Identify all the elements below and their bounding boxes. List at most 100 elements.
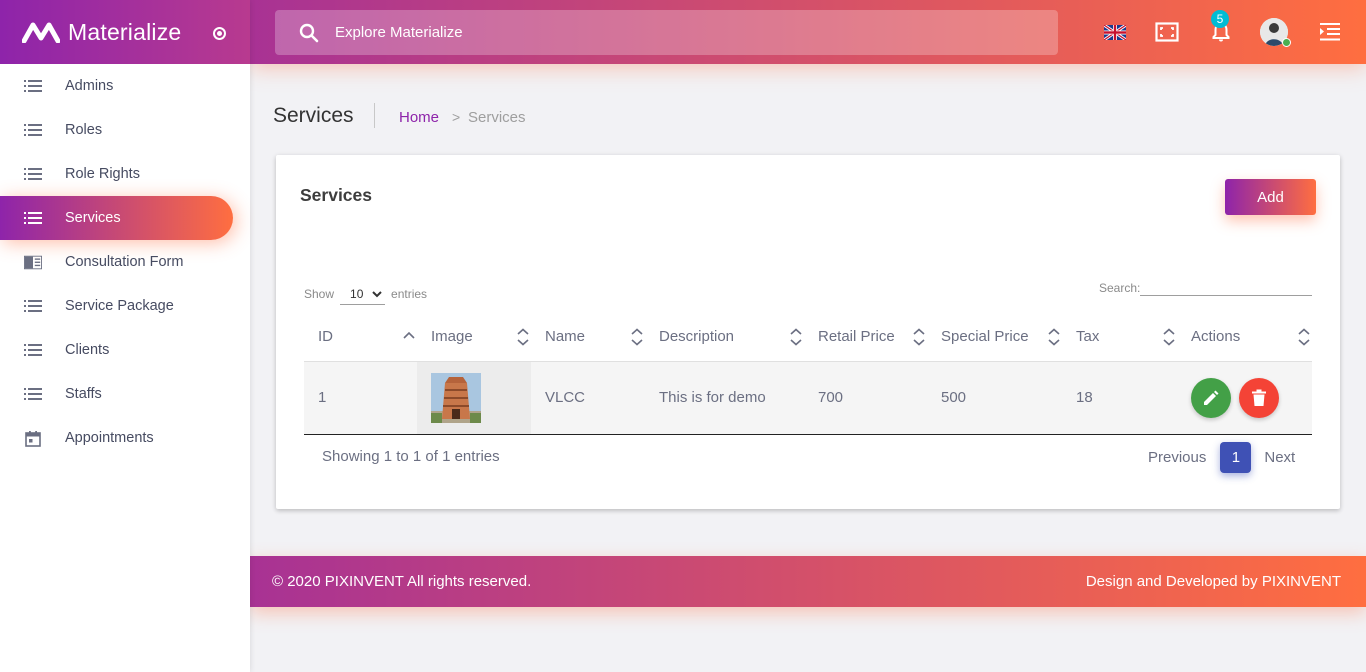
breadcrumb-current: Services: [468, 109, 526, 126]
add-service-button[interactable]: Add: [1225, 179, 1316, 215]
sidebar-item-appointments[interactable]: Appointments: [0, 416, 250, 460]
column-header-label: ID: [318, 328, 333, 346]
cell-special-price: 500: [927, 361, 1062, 435]
notification-count-badge: 5: [1211, 10, 1229, 28]
sidebar-item-roles[interactable]: Roles: [0, 108, 250, 152]
column-header-id[interactable]: ID: [304, 313, 417, 362]
services-card: Services Add Show 10 entries Search: ID …: [276, 155, 1340, 509]
cell-actions: [1177, 361, 1312, 435]
column-header-special-price[interactable]: Special Price: [927, 313, 1062, 362]
sidebar-item-label: Service Package: [65, 298, 174, 314]
sidebar-item-service-package[interactable]: Service Package: [0, 284, 250, 328]
sidebar-item-role-rights[interactable]: Role Rights: [0, 152, 250, 196]
table-search-label: Search:: [1099, 281, 1141, 295]
sidebar-item-services[interactable]: Services: [0, 196, 233, 240]
table-search-input[interactable]: [1140, 279, 1312, 296]
list-icon: [24, 387, 42, 401]
column-header-label: Actions: [1191, 328, 1241, 346]
column-header-label: Tax: [1076, 328, 1100, 346]
column-header-tax[interactable]: Tax: [1062, 313, 1177, 362]
cell-retail-price: 700: [804, 361, 927, 435]
right-sidebar-toggle-icon[interactable]: [1318, 20, 1342, 44]
sidebar-item-label: Role Rights: [65, 166, 140, 182]
copyright-year: © 2020: [272, 573, 321, 590]
sidebar-item-consultation-form[interactable]: Consultation Form: [0, 240, 250, 284]
next-page-button[interactable]: Next: [1264, 449, 1295, 466]
list-icon: [24, 299, 42, 313]
sort-both-icon: [1163, 328, 1175, 346]
list-icon: [24, 211, 42, 225]
uk-flag-icon[interactable]: [1103, 20, 1127, 44]
sort-both-icon: [631, 328, 643, 346]
show-label: Show: [304, 287, 335, 301]
sort-both-icon: [517, 328, 529, 346]
delete-button[interactable]: [1239, 377, 1280, 418]
pagination: Previous 1 Next: [1148, 442, 1295, 473]
previous-page-button[interactable]: Previous: [1148, 449, 1206, 466]
table-row: 1 VLCC This is for demo 700 500 18: [304, 361, 1312, 435]
sidebar-item-label: Roles: [65, 122, 103, 138]
online-status-dot: [1282, 38, 1291, 47]
cell-tax: 18: [1062, 361, 1177, 435]
sort-both-icon: [913, 328, 925, 346]
column-header-label: Name: [545, 328, 586, 346]
column-header-label: Retail Price: [818, 328, 895, 346]
chrome-reader-icon: [24, 255, 42, 269]
page-title: Services: [273, 104, 354, 127]
sidebar-item-label: Appointments: [65, 430, 154, 446]
footer: © 2020 PIXINVENT All rights reserved. De…: [250, 556, 1366, 607]
fullscreen-icon[interactable]: [1155, 20, 1179, 44]
sidebar-item-label: Admins: [65, 78, 114, 94]
column-header-name[interactable]: Name: [531, 313, 645, 362]
list-icon: [24, 123, 42, 137]
page-length-select[interactable]: 10: [340, 283, 386, 305]
sort-ascending-icon: [403, 331, 415, 339]
sidebar-item-label: Consultation Form: [65, 254, 184, 270]
cell-id: 1: [304, 361, 417, 435]
page-length-control: Show 10 entries: [304, 283, 427, 305]
sidebar-nav: Admins Roles Role Rights Services Consul…: [0, 64, 250, 460]
calendar-icon: [24, 430, 42, 447]
column-header-retail-price[interactable]: Retail Price: [804, 313, 927, 362]
edit-button[interactable]: [1191, 377, 1231, 418]
table-header-row: ID Image Name Description Retail Price S…: [304, 313, 1312, 362]
sort-both-icon: [1048, 328, 1060, 346]
table-info: Showing 1 to 1 of 1 entries: [322, 448, 500, 465]
brand[interactable]: Materialize: [0, 0, 250, 64]
breadcrumb-home-link[interactable]: Home: [399, 109, 439, 126]
entries-label: entries: [391, 287, 428, 301]
breadcrumb-divider: [374, 103, 375, 128]
sidebar-collapse-toggle[interactable]: [213, 27, 226, 40]
credit-brand-link[interactable]: PIXINVENT: [1262, 573, 1341, 590]
sidebar-item-label: Staffs: [65, 386, 102, 402]
column-header-image[interactable]: Image: [417, 313, 531, 362]
sidebar-item-label: Clients: [65, 342, 110, 358]
sidebar: Materialize Admins Roles Role Rights Ser…: [0, 0, 250, 672]
card-title: Services: [300, 185, 373, 205]
sidebar-item-admins[interactable]: Admins: [0, 64, 250, 108]
column-header-description[interactable]: Description: [645, 313, 804, 362]
column-header-label: Image: [431, 328, 473, 346]
footer-brand-link[interactable]: PIXINVENT: [325, 573, 404, 590]
page-button-1[interactable]: 1: [1220, 442, 1252, 473]
services-table: ID Image Name Description Retail Price S…: [304, 313, 1312, 435]
list-icon: [24, 79, 42, 93]
temple-thumbnail: [431, 372, 481, 423]
pencil-icon: [1204, 390, 1219, 405]
search-icon: [299, 23, 319, 42]
brand-name: Materialize: [68, 18, 182, 45]
list-icon: [24, 343, 42, 357]
sidebar-item-label: Services: [65, 210, 121, 226]
materialize-logo-icon: [22, 22, 60, 43]
column-header-actions[interactable]: Actions: [1177, 313, 1312, 362]
search-input[interactable]: [335, 24, 1015, 41]
rights-text: All rights reserved.: [407, 573, 532, 590]
sidebar-item-clients[interactable]: Clients: [0, 328, 250, 372]
column-header-label: Description: [659, 328, 735, 346]
sidebar-item-staffs[interactable]: Staffs: [0, 372, 250, 416]
footer-copyright: © 2020 PIXINVENT All rights reserved.: [272, 573, 531, 590]
cell-image: [417, 361, 531, 435]
search-bar[interactable]: [275, 10, 1058, 55]
trash-icon: [1252, 389, 1267, 406]
column-header-label: Special Price: [941, 328, 1029, 346]
